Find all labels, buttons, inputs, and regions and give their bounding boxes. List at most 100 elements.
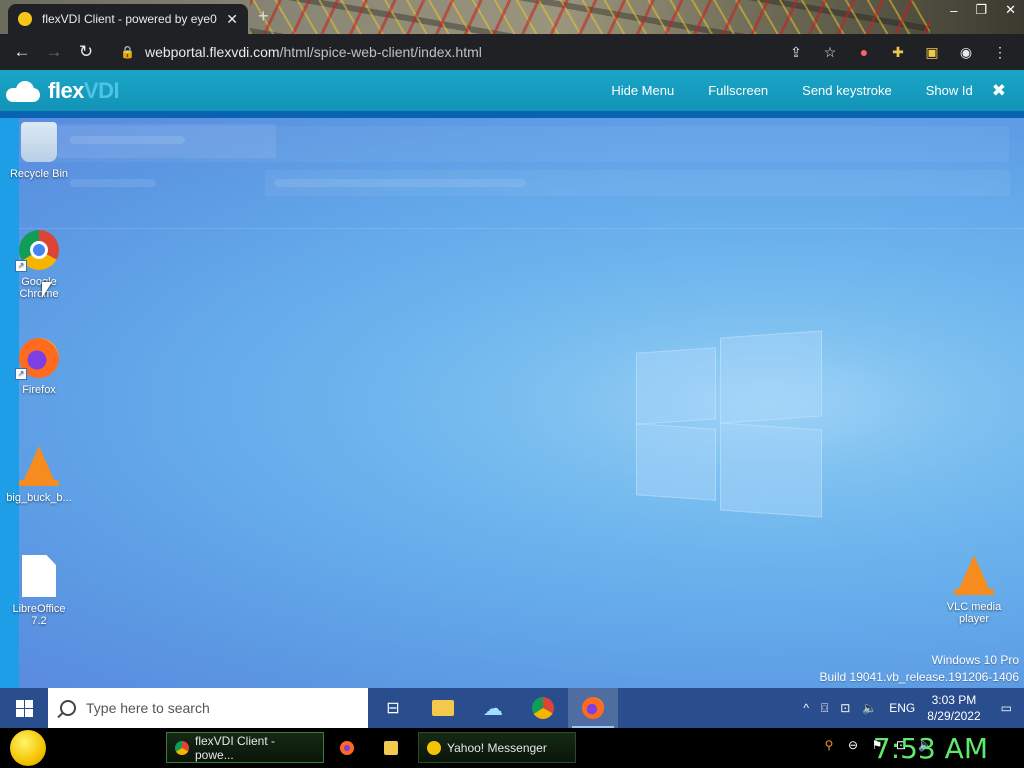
browser-tab-strip: flexVDI Client - powered by eye0 ✕ + – ❐…: [0, 0, 1024, 34]
watermark-build: Build 19041.vb_release.191206-1406: [819, 670, 1020, 684]
task-view-button[interactable]: ⊟: [368, 688, 418, 728]
firefox-icon: [582, 697, 604, 719]
flexvdi-menu-links: Hide Menu Fullscreen Send keystroke Show…: [594, 70, 1024, 111]
windows-logo-wallpaper: [636, 330, 822, 520]
lock-icon: 🔒: [120, 45, 135, 59]
browser-tab-active[interactable]: flexVDI Client - powered by eye0 ✕: [8, 4, 248, 34]
folder-icon: [384, 740, 398, 755]
host-task-yahoo-messenger[interactable]: Yahoo! Messenger: [418, 732, 576, 763]
host-task-label: Yahoo! Messenger: [447, 740, 547, 755]
side-panel-icon[interactable]: ▣: [922, 42, 942, 62]
host-task-flexvdi[interactable]: flexVDI Client - powe...: [166, 732, 324, 763]
windows-start-icon: [15, 699, 33, 717]
forward-arrow-icon[interactable]: →: [38, 36, 70, 68]
close-icon[interactable]: ✖: [992, 81, 1006, 101]
taskbar-file-explorer[interactable]: [418, 688, 468, 728]
taskbar-date: 8/29/2022: [927, 709, 981, 723]
taskbar-onedrive[interactable]: ☁: [468, 688, 518, 728]
window-controls: – ❐ ✕: [950, 0, 1016, 20]
share-icon[interactable]: ⇪: [786, 42, 806, 62]
extension-flag-icon[interactable]: ●: [854, 42, 874, 62]
taskbar-firefox[interactable]: [568, 688, 618, 728]
search-icon[interactable]: ⚲: [822, 738, 836, 752]
host-taskbar: flexVDI Client - powe... Yahoo! Messenge…: [0, 728, 1024, 768]
flexvdi-logo: flexVDI: [4, 77, 120, 104]
ghost-window-field-text: [274, 179, 526, 187]
extensions-puzzle-icon[interactable]: ✚: [888, 42, 908, 62]
shortcut-arrow-icon: ↗: [15, 368, 27, 380]
meet-now-icon[interactable]: ⌼: [821, 701, 828, 716]
desktop-icon-vlc-media-player[interactable]: VLC media player: [934, 555, 1014, 625]
new-tab-button[interactable]: +: [258, 6, 269, 27]
status-icon[interactable]: ⊖: [846, 738, 860, 752]
desktop-icon-label: Firefox: [22, 384, 56, 396]
volume-icon[interactable]: 🔈: [862, 701, 877, 715]
taskbar-clock[interactable]: 3:03 PM 8/29/2022: [927, 692, 980, 724]
windows-taskbar: Type here to search ⊟ ☁ ^ ⌼ ⊡ 🔈 ENG 3:03…: [0, 688, 1024, 728]
vlc-cone-icon: [19, 446, 59, 486]
chrome-icon: [175, 740, 189, 755]
desktop-icon-label: big_buck_b...: [6, 492, 72, 504]
restore-icon[interactable]: ❐: [975, 2, 987, 18]
windows-watermark: Windows 10 Pro Build 19041.vb_release.19…: [820, 652, 1020, 686]
desktop-icon-recycle-bin[interactable]: Recycle Bin: [0, 122, 79, 180]
host-clock[interactable]: 7:53 AM: [873, 732, 988, 765]
desktop-icon-label: VLC media player: [946, 601, 1002, 625]
url-host: webportal.flexvdi.com: [144, 44, 280, 60]
chrome-icon: [532, 697, 554, 719]
tab-favicon-icon: [18, 12, 32, 26]
folder-icon: [432, 700, 454, 716]
chrome-icon: ↗: [15, 230, 59, 272]
tab-title: flexVDI Client - powered by eye0: [42, 12, 217, 26]
search-placeholder: Type here to search: [86, 700, 210, 716]
host-task-folder[interactable]: [376, 732, 410, 763]
flexvdi-menu-bar: flexVDI Hide Menu Fullscreen Send keystr…: [0, 70, 1024, 111]
hide-menu-link[interactable]: Hide Menu: [611, 83, 674, 98]
url-path: /html/spice-web-client/index.html: [279, 44, 482, 60]
cloud-icon: [4, 80, 42, 102]
close-window-icon[interactable]: ✕: [1005, 2, 1016, 18]
desktop-icon-libreoffice[interactable]: LibreOffice 7.2: [0, 555, 79, 627]
cloud-app-icon: ☁: [483, 697, 503, 720]
fullscreen-link[interactable]: Fullscreen: [708, 83, 768, 98]
tab-close-icon[interactable]: ✕: [226, 11, 238, 28]
language-indicator[interactable]: ENG: [889, 701, 915, 715]
ghost-window-divider: [19, 228, 1024, 229]
firefox-icon: ↗: [15, 338, 59, 380]
show-id-link[interactable]: Show Id: [926, 83, 973, 98]
desktop-icon-label: LibreOffice 7.2: [12, 603, 66, 627]
tray-overflow-icon[interactable]: ^: [803, 701, 809, 715]
desktop-icon-google-chrome[interactable]: ↗ Google Chrome: [0, 230, 79, 300]
vlc-cone-icon: [954, 555, 994, 595]
shortcut-arrow-icon: ↗: [15, 260, 27, 272]
notification-icon[interactable]: ▭: [1001, 701, 1012, 715]
system-tray: ^ ⌼ ⊡ 🔈 ENG 3:03 PM 8/29/2022 ▭: [797, 688, 1024, 728]
search-icon: [60, 700, 76, 716]
firefox-icon: [340, 740, 354, 755]
minimize-icon[interactable]: –: [950, 3, 957, 18]
reload-icon[interactable]: ↻: [70, 36, 102, 68]
host-task-label: flexVDI Client - powe...: [195, 733, 276, 762]
taskbar-chrome[interactable]: [518, 688, 568, 728]
more-menu-icon[interactable]: ⋮: [990, 42, 1010, 62]
yahoo-smiley-icon: [427, 740, 441, 755]
host-task-firefox[interactable]: [332, 732, 366, 763]
taskbar-search-box[interactable]: Type here to search: [48, 688, 368, 728]
network-icon[interactable]: ⊡: [840, 701, 850, 715]
desktop-icon-big-buck-bunny[interactable]: big_buck_b...: [0, 446, 79, 504]
brand-flex: flex: [48, 77, 84, 103]
recycle-bin-icon: [21, 122, 57, 162]
watermark-edition: Windows 10 Pro: [931, 653, 1019, 667]
start-button[interactable]: [0, 688, 48, 728]
back-arrow-icon[interactable]: ←: [6, 36, 38, 68]
browser-toolbar: ← → ↻ 🔒 webportal.flexvdi.com/html/spice…: [0, 34, 1024, 70]
profile-avatar-icon[interactable]: ◉: [956, 42, 976, 62]
desktop-icon-firefox[interactable]: ↗ Firefox: [0, 338, 79, 396]
address-bar[interactable]: 🔒 webportal.flexvdi.com/html/spice-web-c…: [110, 38, 852, 66]
remote-desktop[interactable]: Recycle Bin ↗ Google Chrome ↗ Firefox bi…: [0, 118, 1024, 688]
bookmark-star-icon[interactable]: ☆: [820, 42, 840, 62]
send-keystroke-link[interactable]: Send keystroke: [802, 83, 892, 98]
host-start-smiley-icon[interactable]: [10, 730, 46, 766]
toolbar-actions: ⇪ ☆ ● ✚ ▣ ◉ ⋮: [786, 42, 1010, 62]
desktop-icon-label: Recycle Bin: [9, 168, 69, 180]
